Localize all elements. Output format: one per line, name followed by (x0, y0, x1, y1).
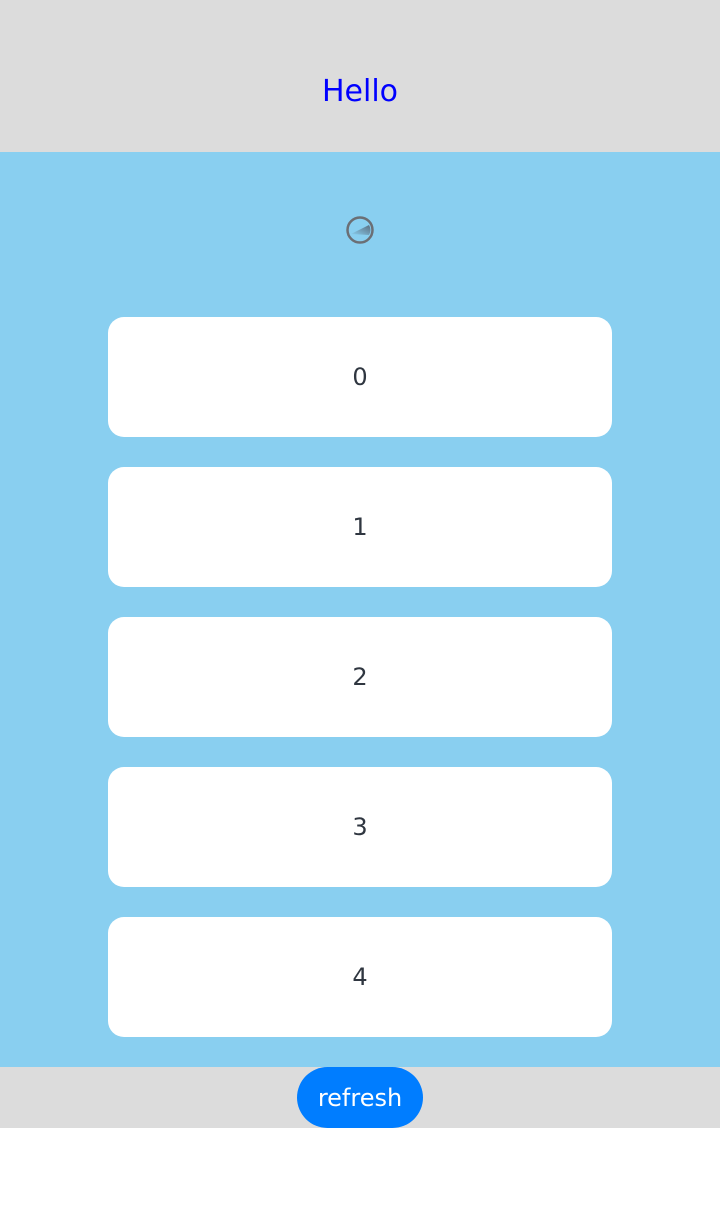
item-list: 0 1 2 3 4 (108, 317, 612, 1067)
refresh-button[interactable]: refresh (297, 1067, 423, 1128)
header-bar: Hello (0, 0, 720, 152)
list-item[interactable]: 1 (108, 467, 612, 587)
list-item[interactable]: 4 (108, 917, 612, 1037)
list-item[interactable]: 0 (108, 317, 612, 437)
list-item[interactable]: 3 (108, 767, 612, 887)
page-title: Hello (321, 73, 399, 109)
list-item[interactable]: 2 (108, 617, 612, 737)
loading-spinner-icon (346, 216, 374, 244)
